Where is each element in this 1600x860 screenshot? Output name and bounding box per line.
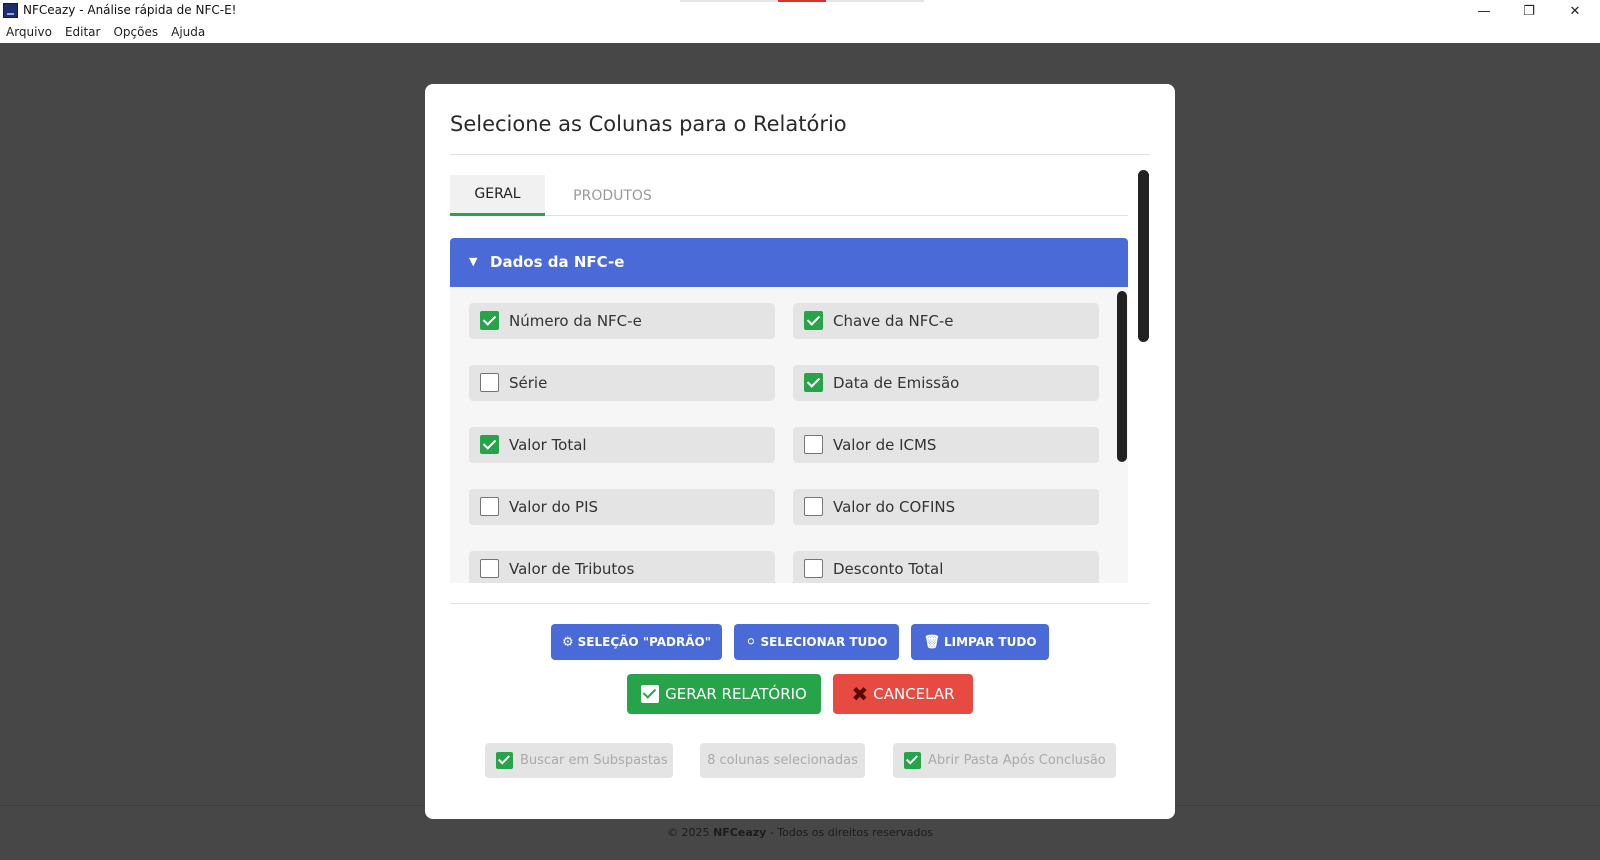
section-header-dados-nfce[interactable]: ▼ Dados da NFC-e (450, 238, 1128, 287)
checkmark-icon (641, 685, 660, 703)
dialog-scrollbar[interactable] (1138, 170, 1149, 342)
selected-count-label: 8 colunas selecionadas (707, 753, 858, 768)
footer-suffix: - Todos os direitos reservados (766, 826, 933, 839)
footer: © 2025 NFCeazy - Todos os direitos reser… (0, 826, 1600, 839)
select-all-label: SELECIONAR TUDO (760, 635, 888, 649)
option-valor-tributos[interactable]: Valor de Tributos (469, 551, 775, 583)
title-bar: NFCeazy - Análise rápida de NFC-E! — ❐ ✕ (0, 0, 1600, 22)
menu-opcoes[interactable]: Opções (113, 22, 158, 43)
cancel-button[interactable]: ✖ CANCELAR (833, 674, 973, 714)
selected-count-badge: 8 colunas selecionadas (700, 743, 865, 778)
title-accent-bar (778, 0, 826, 2)
option-checkbox[interactable] (480, 311, 499, 330)
option-valor-pis[interactable]: Valor do PIS (469, 489, 775, 525)
dialog-header-divider (450, 154, 1150, 155)
generate-report-button[interactable]: GERAR RELATÓRIO (627, 674, 821, 714)
options-panel: Número da NFC-e Chave da NFC-e Série Dat… (450, 287, 1128, 583)
app-icon (3, 3, 18, 18)
option-checkbox[interactable] (804, 373, 823, 392)
footer-prefix: © 2025 (667, 826, 714, 839)
menu-bar: Arquivo Editar Opções Ajuda (0, 22, 1600, 43)
option-valor-cofins[interactable]: Valor do COFINS (793, 489, 1099, 525)
option-checkbox[interactable] (480, 559, 499, 578)
option-valor-total[interactable]: Valor Total (469, 427, 775, 463)
search-subfolders-label: Buscar em Subspastas (520, 753, 668, 768)
close-x-icon: ✖ (851, 682, 869, 706)
default-selection-button[interactable]: ⚙ SELEÇÃO "PADRÃO" (551, 624, 722, 660)
option-checkbox[interactable] (804, 559, 823, 578)
menu-editar[interactable]: Editar (65, 22, 101, 43)
window-title: NFCeazy - Análise rápida de NFC-E! (23, 3, 237, 17)
option-label: Valor de ICMS (833, 436, 937, 454)
option-label: Número da NFC-e (509, 312, 642, 330)
menu-arquivo[interactable]: Arquivo (6, 22, 52, 43)
trash-icon: 🗑 (923, 634, 940, 650)
search-subfolders-checkbox[interactable] (496, 752, 513, 769)
dialog-footer-divider (450, 603, 1150, 604)
tab-geral[interactable]: GERAL (450, 175, 545, 216)
option-checkbox[interactable] (804, 435, 823, 454)
maximize-button[interactable]: ❐ (1507, 0, 1551, 22)
tab-produtos[interactable]: PRODUTOS (555, 175, 670, 216)
option-label: Desconto Total (833, 560, 944, 578)
option-label: Chave da NFC-e (833, 312, 954, 330)
minimize-button[interactable]: — (1462, 0, 1506, 22)
option-checkbox[interactable] (480, 373, 499, 392)
section-title: Dados da NFC-e (490, 253, 625, 271)
footer-brand: NFCeazy (713, 826, 767, 839)
option-checkbox[interactable] (480, 435, 499, 454)
title-divider (826, 0, 924, 2)
option-valor-icms[interactable]: Valor de ICMS (793, 427, 1099, 463)
title-divider (680, 0, 778, 2)
gear-icon: ⚙ (562, 634, 574, 650)
generate-report-label: GERAR RELATÓRIO (665, 685, 807, 703)
column-selection-dialog: Selecione as Colunas para o Relatório GE… (425, 84, 1175, 819)
option-desconto-total[interactable]: Desconto Total (793, 551, 1099, 583)
option-label: Valor do COFINS (833, 498, 956, 516)
option-chave-nfce[interactable]: Chave da NFC-e (793, 303, 1099, 339)
option-label: Valor Total (509, 436, 587, 454)
option-label: Série (509, 374, 548, 392)
open-folder-checkbox[interactable] (904, 752, 921, 769)
option-checkbox[interactable] (804, 497, 823, 516)
option-checkbox[interactable] (480, 497, 499, 516)
open-folder-label: Abrir Pasta Após Conclusão (928, 753, 1106, 768)
option-label: Data de Emissão (833, 374, 960, 392)
cancel-label: CANCELAR (873, 685, 955, 703)
menu-ajuda[interactable]: Ajuda (171, 22, 205, 43)
dialog-title: Selecione as Colunas para o Relatório (450, 112, 847, 136)
search-subfolders-toggle[interactable]: Buscar em Subspastas (485, 743, 673, 778)
option-data-emissao[interactable]: Data de Emissão (793, 365, 1099, 401)
close-button[interactable]: ✕ (1553, 0, 1597, 22)
options-scrollbar[interactable] (1117, 291, 1127, 462)
default-selection-label: SELEÇÃO "PADRÃO" (577, 635, 711, 649)
clear-all-label: LIMPAR TUDO (943, 635, 1037, 649)
clear-all-button[interactable]: 🗑 LIMPAR TUDO (911, 624, 1049, 660)
tab-bar: GERAL PRODUTOS (450, 175, 1128, 216)
option-checkbox[interactable] (804, 311, 823, 330)
option-numero-nfce[interactable]: Número da NFC-e (469, 303, 775, 339)
open-folder-toggle[interactable]: Abrir Pasta Após Conclusão (893, 743, 1116, 778)
select-all-button[interactable]: ⚪ SELECIONAR TUDO (734, 624, 899, 660)
circle-icon: ⚪ (745, 634, 757, 650)
option-label: Valor do PIS (509, 498, 599, 516)
option-label: Valor de Tributos (509, 560, 635, 578)
option-serie[interactable]: Série (469, 365, 775, 401)
collapse-arrow-icon: ▼ (469, 255, 478, 268)
